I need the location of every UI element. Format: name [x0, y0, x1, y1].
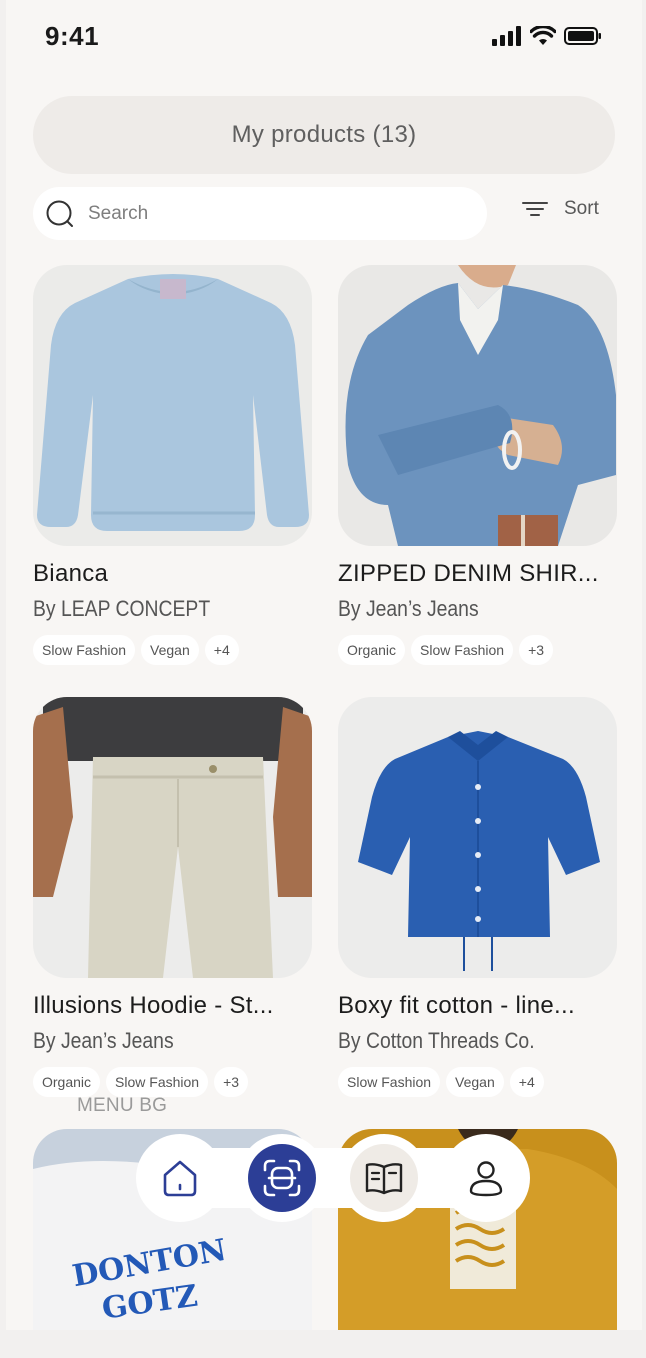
page-title: My products (13): [33, 96, 615, 174]
search-input[interactable]: Search: [33, 187, 487, 240]
product-image: [338, 697, 617, 978]
product-brand: By Cotton Threads Co.: [338, 1028, 535, 1053]
tag: Organic: [338, 635, 406, 665]
tag-more: +3: [214, 1067, 249, 1097]
product-card[interactable]: Boxy fit cotton - line... By Cotton Thre…: [338, 697, 617, 1097]
filter-lines-icon: [522, 202, 548, 216]
scan-icon: [263, 1159, 301, 1197]
nav-catalog-button[interactable]: [350, 1144, 418, 1212]
tag-more: +4: [509, 1067, 544, 1097]
product-card[interactable]: Bianca By LEAP CONCEPT Slow Fashion Vega…: [33, 265, 312, 665]
nav-scan-button[interactable]: [248, 1144, 316, 1212]
tag-list: Organic Slow Fashion +3: [338, 635, 617, 665]
product-brand: By LEAP CONCEPT: [33, 596, 211, 621]
product-image: [33, 697, 312, 978]
product-brand: By Jean’s Jeans: [33, 1028, 174, 1053]
tag-more: +3: [519, 635, 554, 665]
tag: Slow Fashion: [338, 1067, 441, 1097]
product-title: ZIPPED DENIM SHIR...: [338, 560, 599, 587]
user-icon: [469, 1161, 503, 1197]
bottom-nav: [136, 1134, 530, 1222]
status-icons: [492, 26, 602, 46]
book-icon: [365, 1163, 403, 1195]
status-time: 9:41: [45, 21, 100, 51]
tag-list: Slow Fashion Vegan +4: [338, 1067, 617, 1097]
sort-button[interactable]: Sort: [522, 198, 599, 220]
product-brand: By Jean’s Jeans: [338, 596, 479, 621]
tag: Slow Fashion: [33, 635, 136, 665]
home-icon: [163, 1160, 197, 1197]
tag-more: +4: [204, 635, 239, 665]
menu-bg-label: MENU BG: [77, 1095, 168, 1116]
nav-home-button[interactable]: [146, 1144, 214, 1212]
battery-icon: [564, 27, 601, 45]
wifi-icon: [530, 26, 556, 45]
tag-list: Slow Fashion Vegan +4: [33, 635, 312, 665]
tag-list: Organic Slow Fashion +3: [33, 1067, 312, 1097]
tag: Slow Fashion: [411, 635, 514, 665]
tag: Vegan: [141, 635, 199, 665]
product-card[interactable]: ZIPPED DENIM SHIR... By Jean’s Jeans Org…: [338, 265, 617, 665]
signal-icon: [492, 26, 521, 46]
product-title: Boxy fit cotton - line...: [338, 992, 575, 1019]
status-bar: 9:41: [6, 0, 642, 76]
tag: Vegan: [446, 1067, 504, 1097]
tag: Organic: [33, 1067, 101, 1097]
search-placeholder: Search: [88, 202, 149, 224]
nav-profile-button[interactable]: [452, 1144, 520, 1212]
product-image: [33, 265, 312, 546]
tag: Slow Fashion: [106, 1067, 209, 1097]
screen: 9:41 My products (13) Search Sort Bianca…: [6, 0, 642, 1330]
product-card[interactable]: Illusions Hoodie - St... By Jean’s Jeans…: [33, 697, 312, 1097]
sort-label: Sort: [564, 198, 599, 219]
product-title: Illusions Hoodie - St...: [33, 992, 274, 1019]
product-image: [338, 265, 617, 546]
search-icon: [46, 200, 73, 227]
product-title: Bianca: [33, 560, 109, 587]
